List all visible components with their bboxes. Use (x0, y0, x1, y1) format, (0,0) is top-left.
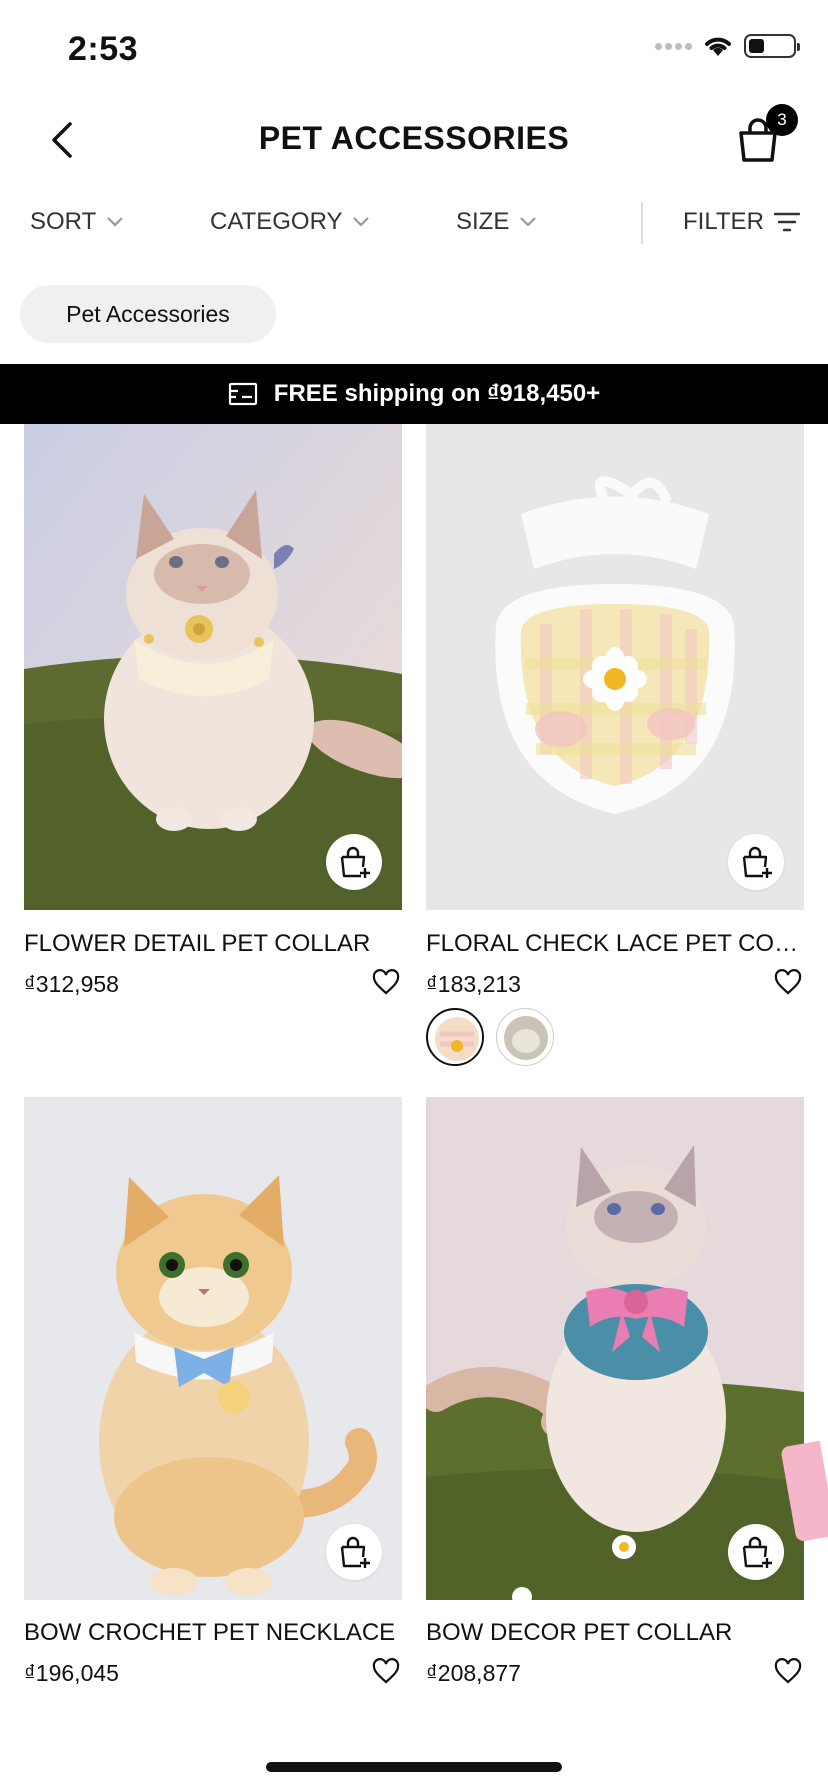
battery-icon (744, 34, 800, 58)
filter-lines-icon (773, 212, 800, 232)
quick-add-button[interactable] (728, 834, 784, 890)
free-shipping-banner[interactable]: FREE shipping on ₫918,450+ (0, 364, 828, 424)
chevron-down-icon (520, 217, 537, 227)
cart-button[interactable]: 3 (732, 104, 798, 166)
product-name[interactable]: BOW CROCHET PET NECKLACE (24, 1619, 402, 1647)
size-dropdown[interactable]: SIZE (456, 208, 537, 236)
product-name[interactable]: FLORAL CHECK LACE PET COLLAR (426, 930, 804, 958)
color-swatch-selected[interactable] (426, 1008, 484, 1066)
color-swatch[interactable] (496, 1008, 554, 1066)
bag-plus-icon (742, 1536, 772, 1568)
category-label: CATEGORY (210, 208, 343, 235)
bag-plus-icon (340, 846, 370, 878)
bag-plus-icon (742, 846, 772, 878)
product-price: ₫312,958 (24, 971, 119, 997)
product-card[interactable]: FLORAL CHECK LACE PET COLLAR ₫183,213 (426, 424, 804, 1074)
heart-icon[interactable] (372, 969, 400, 997)
product-name[interactable]: BOW DECOR PET COLLAR (426, 1619, 804, 1647)
chevron-down-icon (353, 217, 370, 227)
product-card[interactable]: FLOWER DETAIL PET COLLAR ₫312,958 (24, 424, 402, 1014)
sort-dropdown[interactable]: SORT (30, 208, 124, 236)
page-title: PET ACCESSORIES (258, 120, 570, 156)
filter-divider (641, 202, 643, 244)
heart-icon[interactable] (774, 969, 802, 997)
product-card[interactable]: BOW DECOR PET COLLAR ₫208,877 (426, 1097, 804, 1697)
cellular-signal-icon (655, 42, 692, 50)
filter-label: FILTER (683, 208, 764, 235)
chevron-down-icon (107, 217, 124, 227)
quick-add-button[interactable] (728, 1524, 784, 1580)
home-indicator[interactable] (266, 1762, 562, 1772)
product-name[interactable]: FLOWER DETAIL PET COLLAR (24, 930, 402, 958)
heart-icon[interactable] (774, 1658, 802, 1686)
heart-icon[interactable] (372, 1658, 400, 1686)
category-dropdown[interactable]: CATEGORY (210, 208, 370, 236)
product-price: ₫183,213 (426, 971, 521, 997)
free-shipping-text: FREE shipping on ₫918,450+ (273, 380, 601, 407)
bag-plus-icon (340, 1536, 370, 1568)
quick-add-button[interactable] (326, 834, 382, 890)
filter-bar: SORT CATEGORY SIZE FILTER (0, 200, 828, 250)
category-chip-label: Pet Accessories (66, 300, 230, 327)
app-header: PET ACCESSORIES 3 (0, 100, 828, 180)
status-indicators (655, 34, 800, 58)
sort-label: SORT (30, 208, 97, 235)
cart-count-badge: 3 (766, 104, 798, 136)
quick-add-button[interactable] (326, 1524, 382, 1580)
status-time: 2:53 (68, 30, 139, 68)
product-price: ₫208,877 (426, 1660, 521, 1686)
product-price: ₫196,045 (24, 1660, 119, 1686)
status-bar: 2:53 (0, 0, 828, 90)
wifi-icon (705, 37, 731, 56)
category-chip[interactable]: Pet Accessories (20, 285, 276, 343)
shipping-card-icon (228, 382, 257, 406)
filter-button[interactable]: FILTER (683, 208, 800, 236)
size-label: SIZE (456, 208, 510, 235)
product-card[interactable]: BOW CROCHET PET NECKLACE ₫196,045 (24, 1097, 402, 1697)
